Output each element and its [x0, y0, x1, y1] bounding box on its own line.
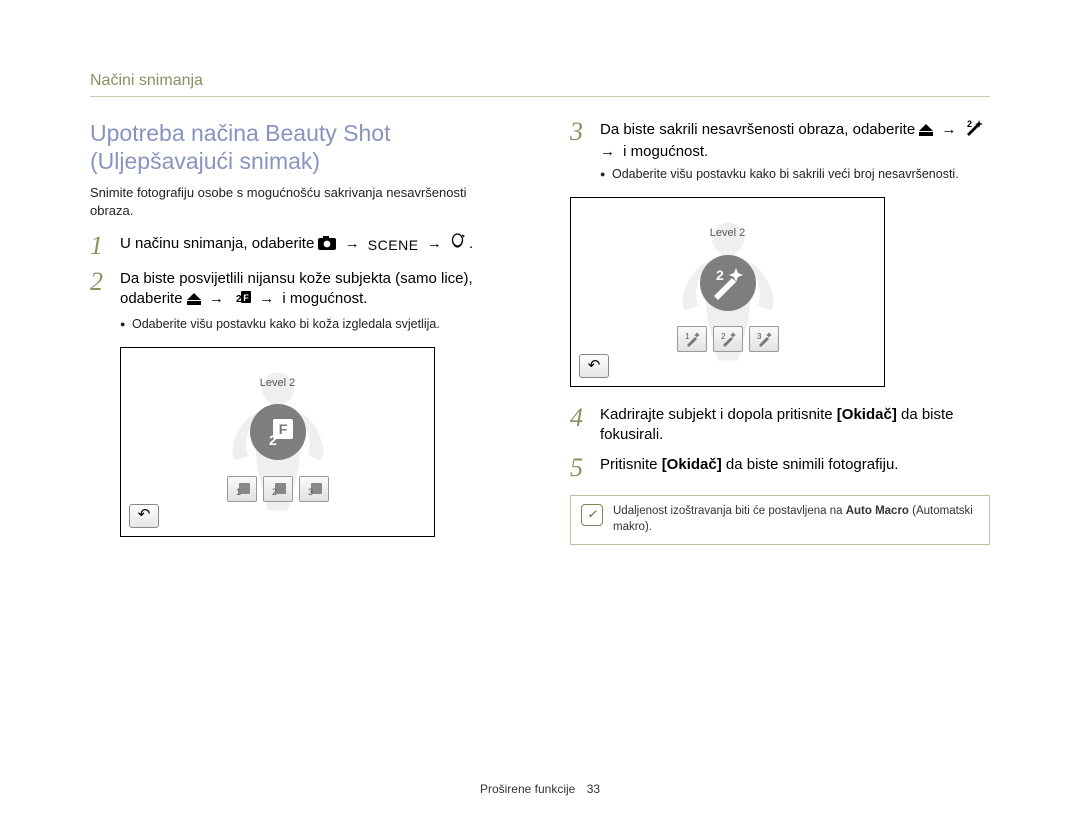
- step-5: 5 Pritisnite [Okidač] da biste snimili f…: [570, 455, 990, 481]
- step-1: 1 U načinu snimanja, odaberite → SCENE →…: [90, 233, 510, 259]
- step-body: Da biste sakrili nesavršenosti obraza, o…: [600, 119, 990, 183]
- arrow-icon: →: [205, 290, 228, 307]
- level-label: Level 2: [260, 376, 295, 391]
- step-text: i mogućnost.: [282, 290, 367, 307]
- step-text: Kadrirajte subjekt i dopola pritisnite: [600, 406, 837, 423]
- svg-text:F: F: [278, 421, 287, 437]
- retouch-level-icon: 2: [700, 255, 756, 311]
- level-option-1[interactable]: 1: [677, 326, 707, 352]
- level-option-2[interactable]: 2: [713, 326, 743, 352]
- step-subnote: Odaberite višu postavku kako bi sakrili …: [600, 166, 990, 183]
- menu-up-icon: [187, 291, 201, 311]
- svg-text:2: 2: [716, 267, 724, 283]
- note-bold: Auto Macro: [846, 505, 909, 517]
- svg-text:2: 2: [269, 432, 277, 447]
- level-options: 1 2 3: [227, 476, 329, 502]
- steps-right-continued: 4 Kadrirajte subjekt i dopola pritisnite…: [570, 405, 990, 482]
- camera-mode-icon: [318, 236, 336, 256]
- svg-text:3: 3: [757, 332, 762, 341]
- footer-label: Proširene funkcije: [480, 782, 575, 796]
- arrow-icon: →: [938, 121, 961, 138]
- steps-right: 3 Da biste sakrili nesavršenosti obraza,…: [570, 119, 990, 183]
- right-column: 3 Da biste sakrili nesavršenosti obraza,…: [570, 119, 990, 555]
- note-box: ✓ Udaljenost izoštravanja biti će postav…: [570, 495, 990, 544]
- svg-text:1: 1: [685, 332, 690, 341]
- left-column: Upotreba načina Beauty Shot (Uljepšavaju…: [90, 119, 510, 555]
- beauty-shot-icon: [450, 233, 465, 256]
- intro-text: Snimite fotografiju osobe s mogućnošću s…: [90, 184, 510, 219]
- step-number: 5: [570, 455, 590, 481]
- level-options: 1 2 3: [677, 326, 779, 352]
- content-columns: Upotreba načina Beauty Shot (Uljepšavaju…: [90, 119, 990, 555]
- step-text: Da biste sakrili nesavršenosti obraza, o…: [600, 121, 919, 138]
- shutter-label: [Okidač]: [837, 406, 897, 423]
- page-footer: Proširene funkcije 33: [480, 781, 600, 797]
- level-option-3[interactable]: 3: [749, 326, 779, 352]
- svg-text:2: 2: [236, 294, 242, 305]
- note-body: Udaljenost izoštravanja biti će postavlj…: [613, 504, 979, 535]
- step-number: 3: [570, 119, 590, 183]
- level-label: Level 2: [710, 226, 745, 241]
- step-text: Pritisnite: [600, 456, 662, 473]
- page-number: 33: [587, 782, 600, 796]
- page-title: Upotreba načina Beauty Shot (Uljepšavaju…: [90, 119, 510, 177]
- level-option-3[interactable]: 3: [299, 476, 329, 502]
- arrow-icon: →: [255, 290, 278, 307]
- arrow-icon: →: [341, 235, 364, 252]
- screen-diagram-retouch: Level 2 2 1 2 3 ↶: [570, 197, 885, 387]
- note-icon: ✓: [581, 504, 603, 526]
- retouch-icon: 2: [965, 119, 984, 142]
- menu-up-icon: [919, 122, 933, 142]
- step-body: U načinu snimanja, odaberite → SCENE → .: [120, 233, 510, 259]
- svg-text:3: 3: [308, 487, 313, 496]
- step-text: .: [469, 235, 473, 252]
- step-text: U načinu snimanja, odaberite: [120, 235, 318, 252]
- back-button[interactable]: ↶: [129, 504, 159, 528]
- step-2: 2 Da biste posvijetlili nijansu kože sub…: [90, 269, 510, 332]
- level-option-2[interactable]: 2: [263, 476, 293, 502]
- note-text: Udaljenost izoštravanja biti će postavlj…: [613, 505, 846, 517]
- svg-text:2: 2: [272, 487, 277, 496]
- step-body: Kadrirajte subjekt i dopola pritisnite […: [600, 405, 990, 446]
- step-number: 1: [90, 233, 110, 259]
- step-text: i mogućnost.: [623, 143, 708, 160]
- step-body: Pritisnite [Okidač] da biste snimili fot…: [600, 455, 990, 481]
- step-text: da biste snimili fotografiju.: [722, 456, 899, 473]
- back-button[interactable]: ↶: [579, 354, 609, 378]
- face-tone-icon: F2: [232, 289, 251, 311]
- svg-text:2: 2: [721, 332, 726, 341]
- section-header: Načini snimanja: [90, 70, 990, 97]
- arrow-icon: →: [423, 235, 446, 252]
- step-body: Da biste posvijetlili nijansu kože subje…: [120, 269, 510, 332]
- scene-icon: SCENE: [368, 236, 419, 255]
- step-4: 4 Kadrirajte subjekt i dopola pritisnite…: [570, 405, 990, 446]
- step-3: 3 Da biste sakrili nesavršenosti obraza,…: [570, 119, 990, 183]
- step-number: 4: [570, 405, 590, 446]
- face-tone-level-icon: F2: [250, 404, 306, 460]
- step-subnote: Odaberite višu postavku kako bi koža izg…: [120, 316, 510, 333]
- shutter-label: [Okidač]: [662, 456, 722, 473]
- steps-left: 1 U načinu snimanja, odaberite → SCENE →…: [90, 233, 510, 332]
- svg-text:F: F: [243, 293, 249, 303]
- arrow-icon: →: [600, 143, 619, 160]
- level-option-1[interactable]: 1: [227, 476, 257, 502]
- svg-text:1: 1: [236, 487, 241, 496]
- screen-diagram-face-tone: Level 2 F2 1 2 3 ↶: [120, 347, 435, 537]
- svg-text:2: 2: [967, 119, 972, 129]
- step-number: 2: [90, 269, 110, 332]
